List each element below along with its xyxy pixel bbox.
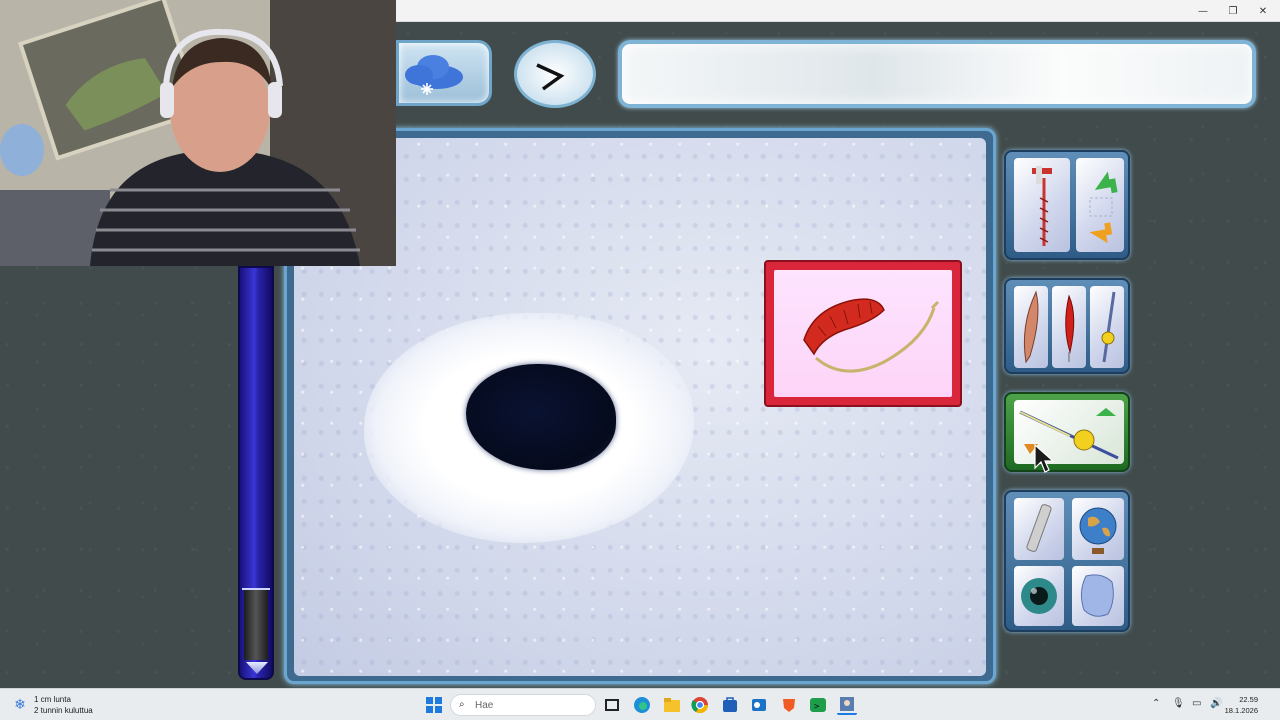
volume-icon[interactable]: 🔊 bbox=[1210, 698, 1222, 709]
weather-widget-line2[interactable]: 2 tunnin kuluttua bbox=[34, 706, 93, 715]
eye-slot[interactable] bbox=[1014, 566, 1064, 626]
clock-hands-icon bbox=[536, 63, 565, 91]
globe-slot[interactable] bbox=[1072, 498, 1124, 560]
ice-scene[interactable] bbox=[294, 138, 986, 676]
globe-icon bbox=[1079, 507, 1117, 554]
depth-marker[interactable] bbox=[242, 588, 270, 590]
weather-widget-icon[interactable]: ❄ bbox=[10, 695, 30, 715]
ice-rod-slot[interactable] bbox=[1090, 286, 1124, 368]
move-arrows-icon bbox=[1089, 171, 1118, 244]
knife-slot[interactable] bbox=[1014, 286, 1048, 368]
webcam-feed bbox=[0, 0, 396, 266]
edge-icon[interactable] bbox=[632, 695, 652, 715]
taskbar: ❄ 1 cm lunta 2 tunnin kuluttua ⌕ Hae > ⌃… bbox=[0, 688, 1280, 720]
minimize-button[interactable]: — bbox=[1188, 0, 1218, 22]
weather-widget-line1[interactable]: 1 cm lunta bbox=[34, 695, 71, 704]
mouse-cursor-icon bbox=[1034, 444, 1054, 473]
weather-button[interactable] bbox=[396, 40, 492, 106]
close-button[interactable]: ✕ bbox=[1248, 0, 1278, 22]
search-placeholder: Hae bbox=[475, 700, 494, 711]
bait-card[interactable] bbox=[764, 260, 962, 407]
move-slot[interactable] bbox=[1076, 158, 1124, 252]
flashlight-icon bbox=[1026, 504, 1052, 552]
ice-rod-icon bbox=[1101, 291, 1116, 363]
task-view-icon[interactable] bbox=[602, 695, 622, 715]
flashlight-slot[interactable] bbox=[1014, 498, 1064, 560]
store-icon[interactable] bbox=[720, 695, 740, 715]
webcam-overlay bbox=[0, 0, 396, 266]
chrome-icon[interactable] bbox=[690, 695, 710, 715]
ice-map-slot[interactable] bbox=[1072, 566, 1124, 626]
terminal-icon[interactable]: > bbox=[808, 695, 828, 715]
ice-map-icon bbox=[1080, 574, 1114, 617]
bait-card-inner bbox=[774, 270, 952, 397]
eye-icon bbox=[1021, 578, 1057, 614]
ice-drill-icon bbox=[1032, 166, 1052, 246]
taskbar-time[interactable]: 22.59 bbox=[1239, 695, 1258, 704]
search-icon: ⌕ bbox=[459, 699, 465, 710]
tray-chevron-icon[interactable]: ⌃ bbox=[1152, 698, 1160, 709]
snow-cloud-icon bbox=[405, 55, 463, 95]
tool-panel-drill bbox=[1004, 150, 1130, 260]
tool-panel-lures bbox=[1004, 278, 1130, 374]
red-lure-slot[interactable] bbox=[1052, 286, 1086, 368]
brave-icon[interactable] bbox=[779, 695, 799, 715]
outlook-icon[interactable] bbox=[749, 695, 769, 715]
taskbar-search[interactable]: ⌕ Hae bbox=[450, 694, 596, 716]
window-titlebar: — ❐ ✕ bbox=[396, 0, 1280, 22]
depth-down-arrow-icon[interactable] bbox=[246, 662, 268, 674]
game-clock[interactable] bbox=[514, 40, 596, 108]
svg-text:>: > bbox=[814, 702, 820, 712]
tool-panel-rod bbox=[1004, 392, 1130, 472]
network-icon[interactable]: ▭ bbox=[1192, 698, 1201, 709]
game-app-icon[interactable] bbox=[837, 695, 857, 715]
worm-on-hook-icon bbox=[803, 298, 940, 373]
rod-slot[interactable] bbox=[1014, 400, 1124, 464]
knife-icon bbox=[1023, 290, 1039, 364]
message-bar bbox=[618, 40, 1256, 108]
file-explorer-icon[interactable] bbox=[662, 695, 682, 715]
tool-panel-extras bbox=[1004, 490, 1130, 632]
depth-meter[interactable] bbox=[238, 266, 274, 680]
drill-slot[interactable] bbox=[1014, 158, 1070, 252]
red-lure-icon bbox=[1065, 294, 1075, 362]
start-icon[interactable] bbox=[424, 695, 444, 715]
maximize-button[interactable]: ❐ bbox=[1218, 0, 1248, 22]
microphone-icon[interactable]: 🎙 bbox=[1172, 698, 1185, 709]
depth-lower-zone bbox=[244, 590, 268, 660]
fishing-rod-reel-icon bbox=[1019, 408, 1119, 460]
taskbar-date[interactable]: 18.1.2026 bbox=[1225, 706, 1258, 715]
